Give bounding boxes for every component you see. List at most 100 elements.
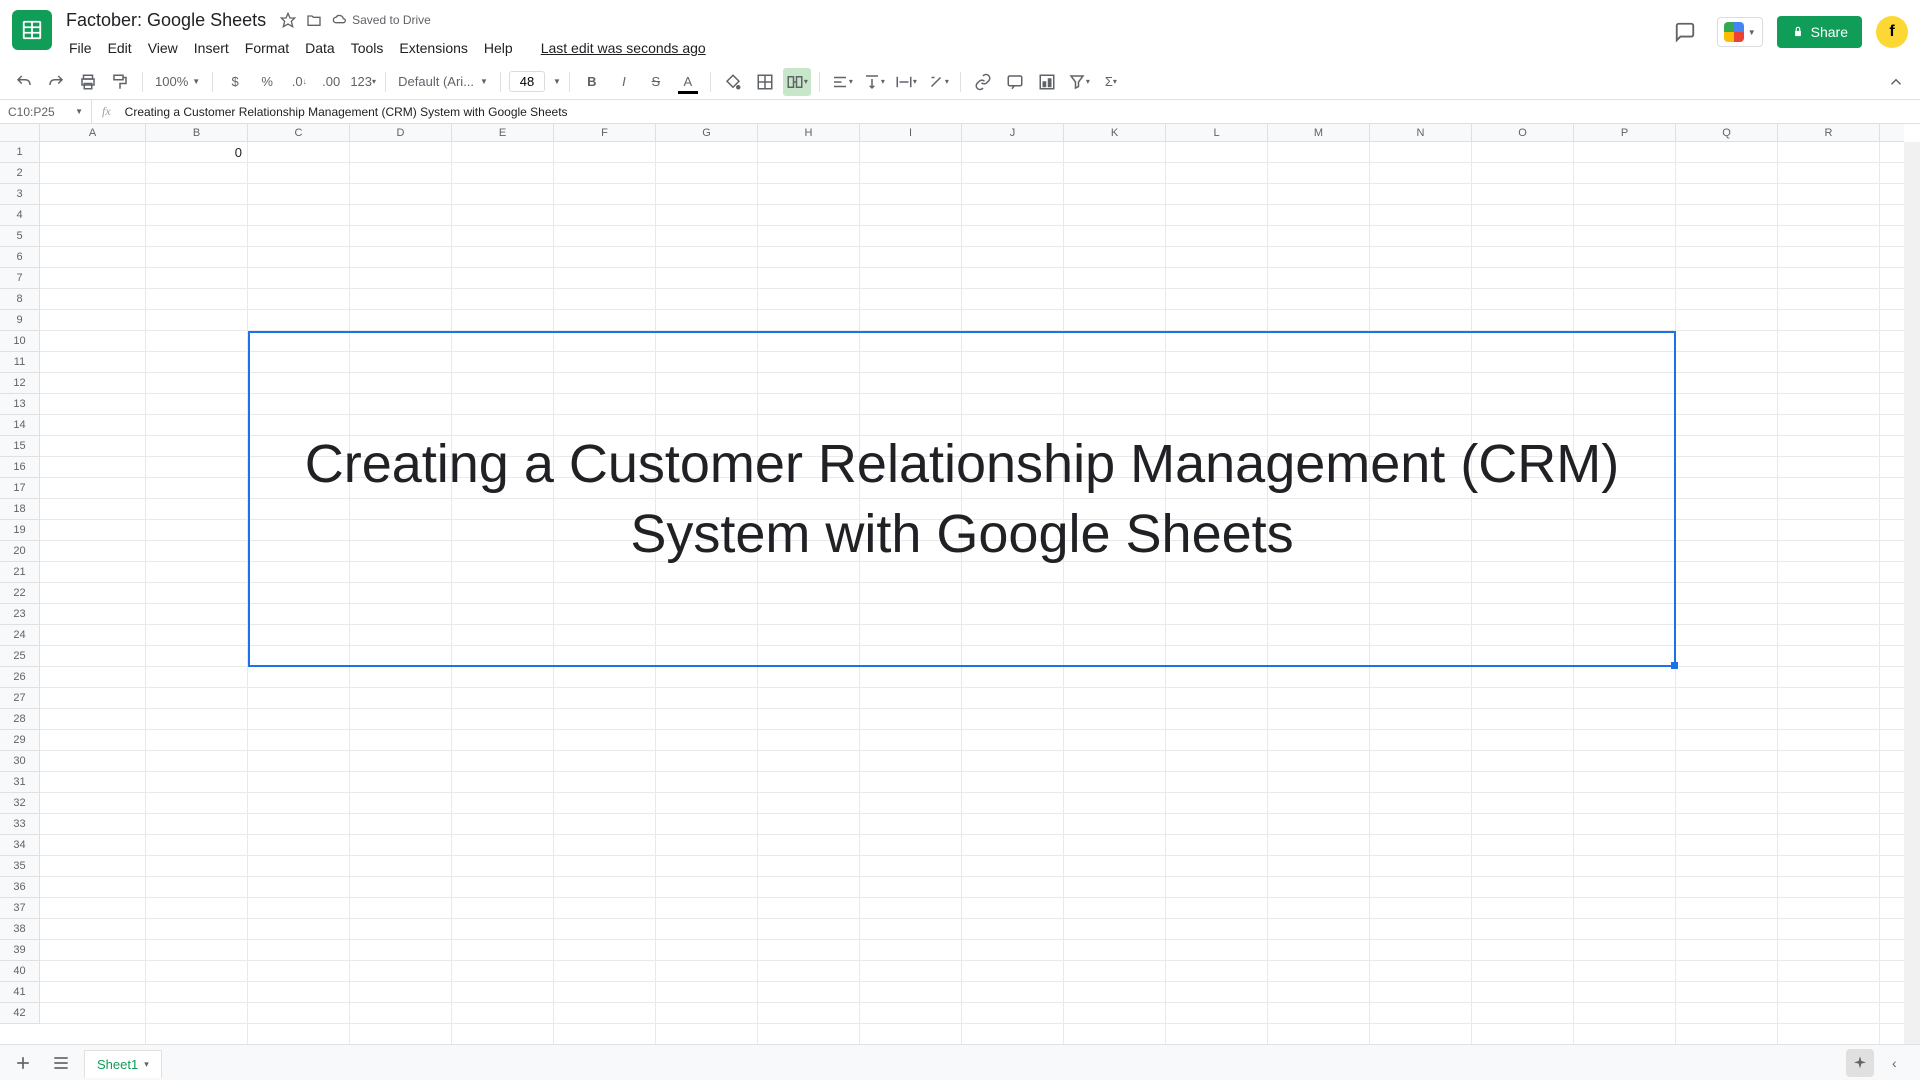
explore-icon[interactable]: [1846, 1049, 1874, 1077]
row-header-28[interactable]: 28: [0, 709, 40, 730]
row-header-16[interactable]: 16: [0, 457, 40, 478]
col-header-R[interactable]: R: [1778, 124, 1880, 141]
col-header-I[interactable]: I: [860, 124, 962, 141]
cell-B1[interactable]: 0: [146, 142, 246, 163]
col-header-B[interactable]: B: [146, 124, 248, 141]
comment-icon[interactable]: [1001, 68, 1029, 96]
row-header-9[interactable]: 9: [0, 310, 40, 331]
col-header-E[interactable]: E: [452, 124, 554, 141]
col-header-K[interactable]: K: [1064, 124, 1166, 141]
col-header-G[interactable]: G: [656, 124, 758, 141]
col-header-H[interactable]: H: [758, 124, 860, 141]
menu-help[interactable]: Help: [477, 36, 520, 60]
row-header-32[interactable]: 32: [0, 793, 40, 814]
row-header-34[interactable]: 34: [0, 835, 40, 856]
menu-edit[interactable]: Edit: [101, 36, 139, 60]
row-header-41[interactable]: 41: [0, 982, 40, 1003]
wrap-icon[interactable]: ▾: [892, 68, 920, 96]
row-header-7[interactable]: 7: [0, 268, 40, 289]
row-header-35[interactable]: 35: [0, 856, 40, 877]
fill-color-icon[interactable]: [719, 68, 747, 96]
text-color-icon[interactable]: A: [674, 68, 702, 96]
all-sheets-icon[interactable]: [46, 1048, 76, 1078]
increase-decimal-icon[interactable]: .00: [317, 68, 345, 96]
select-all-corner[interactable]: [0, 124, 40, 141]
row-header-22[interactable]: 22: [0, 583, 40, 604]
row-header-26[interactable]: 26: [0, 667, 40, 688]
row-header-1[interactable]: 1: [0, 142, 40, 163]
zoom-select[interactable]: 100%▼: [151, 68, 204, 96]
percent-icon[interactable]: %: [253, 68, 281, 96]
currency-icon[interactable]: $: [221, 68, 249, 96]
formula-bar[interactable]: Creating a Customer Relationship Managem…: [121, 105, 1920, 119]
row-header-15[interactable]: 15: [0, 436, 40, 457]
font-select[interactable]: Default (Ari...▼: [394, 68, 492, 96]
row-header-6[interactable]: 6: [0, 247, 40, 268]
name-box[interactable]: C10:P25▼: [0, 100, 92, 123]
row-header-13[interactable]: 13: [0, 394, 40, 415]
row-header-36[interactable]: 36: [0, 877, 40, 898]
more-formats[interactable]: 123▾: [349, 68, 377, 96]
row-header-20[interactable]: 20: [0, 541, 40, 562]
undo-icon[interactable]: [10, 68, 38, 96]
row-header-17[interactable]: 17: [0, 478, 40, 499]
col-header-D[interactable]: D: [350, 124, 452, 141]
menu-data[interactable]: Data: [298, 36, 342, 60]
borders-icon[interactable]: [751, 68, 779, 96]
row-header-33[interactable]: 33: [0, 814, 40, 835]
row-header-31[interactable]: 31: [0, 772, 40, 793]
redo-icon[interactable]: [42, 68, 70, 96]
bold-icon[interactable]: B: [578, 68, 606, 96]
row-header-11[interactable]: 11: [0, 352, 40, 373]
row-header-5[interactable]: 5: [0, 226, 40, 247]
sheet-tab[interactable]: Sheet1: [84, 1050, 162, 1078]
chart-icon[interactable]: [1033, 68, 1061, 96]
col-header-N[interactable]: N: [1370, 124, 1472, 141]
menu-extensions[interactable]: Extensions: [392, 36, 474, 60]
col-header-F[interactable]: F: [554, 124, 656, 141]
col-header-L[interactable]: L: [1166, 124, 1268, 141]
row-header-2[interactable]: 2: [0, 163, 40, 184]
menu-insert[interactable]: Insert: [187, 36, 236, 60]
merged-cell-content[interactable]: Creating a Customer Relationship Managem…: [248, 331, 1676, 667]
row-header-14[interactable]: 14: [0, 415, 40, 436]
spreadsheet-grid[interactable]: ABCDEFGHIJKLMNOPQR 0 Creating a Customer…: [0, 124, 1920, 1080]
row-header-27[interactable]: 27: [0, 688, 40, 709]
row-header-38[interactable]: 38: [0, 919, 40, 940]
row-header-19[interactable]: 19: [0, 520, 40, 541]
star-icon[interactable]: [280, 12, 296, 28]
col-header-M[interactable]: M: [1268, 124, 1370, 141]
row-header-39[interactable]: 39: [0, 940, 40, 961]
side-panel-toggle-icon[interactable]: ‹: [1892, 1055, 1912, 1071]
font-size-chevron-icon[interactable]: ▼: [553, 77, 561, 86]
italic-icon[interactable]: I: [610, 68, 638, 96]
menu-tools[interactable]: Tools: [344, 36, 391, 60]
row-header-29[interactable]: 29: [0, 730, 40, 751]
document-title[interactable]: Factober: Google Sheets: [62, 9, 270, 32]
menu-view[interactable]: View: [141, 36, 185, 60]
meet-button[interactable]: ▼: [1717, 17, 1763, 47]
strike-icon[interactable]: S: [642, 68, 670, 96]
last-edit-link[interactable]: Last edit was seconds ago: [534, 36, 713, 60]
account-avatar[interactable]: f: [1876, 16, 1908, 48]
add-sheet-icon[interactable]: [8, 1048, 38, 1078]
row-header-37[interactable]: 37: [0, 898, 40, 919]
row-header-18[interactable]: 18: [0, 499, 40, 520]
menu-format[interactable]: Format: [238, 36, 296, 60]
share-button[interactable]: Share: [1777, 16, 1862, 48]
row-header-40[interactable]: 40: [0, 961, 40, 982]
move-icon[interactable]: [306, 12, 322, 28]
row-header-12[interactable]: 12: [0, 373, 40, 394]
rotate-icon[interactable]: ▾: [924, 68, 952, 96]
col-header-O[interactable]: O: [1472, 124, 1574, 141]
comments-icon[interactable]: [1667, 14, 1703, 50]
row-header-10[interactable]: 10: [0, 331, 40, 352]
collapse-toolbar-icon[interactable]: [1882, 68, 1910, 96]
row-header-42[interactable]: 42: [0, 1003, 40, 1024]
row-header-4[interactable]: 4: [0, 205, 40, 226]
col-header-Q[interactable]: Q: [1676, 124, 1778, 141]
row-header-25[interactable]: 25: [0, 646, 40, 667]
halign-icon[interactable]: ▾: [828, 68, 856, 96]
link-icon[interactable]: [969, 68, 997, 96]
vertical-scrollbar[interactable]: [1904, 142, 1920, 1072]
